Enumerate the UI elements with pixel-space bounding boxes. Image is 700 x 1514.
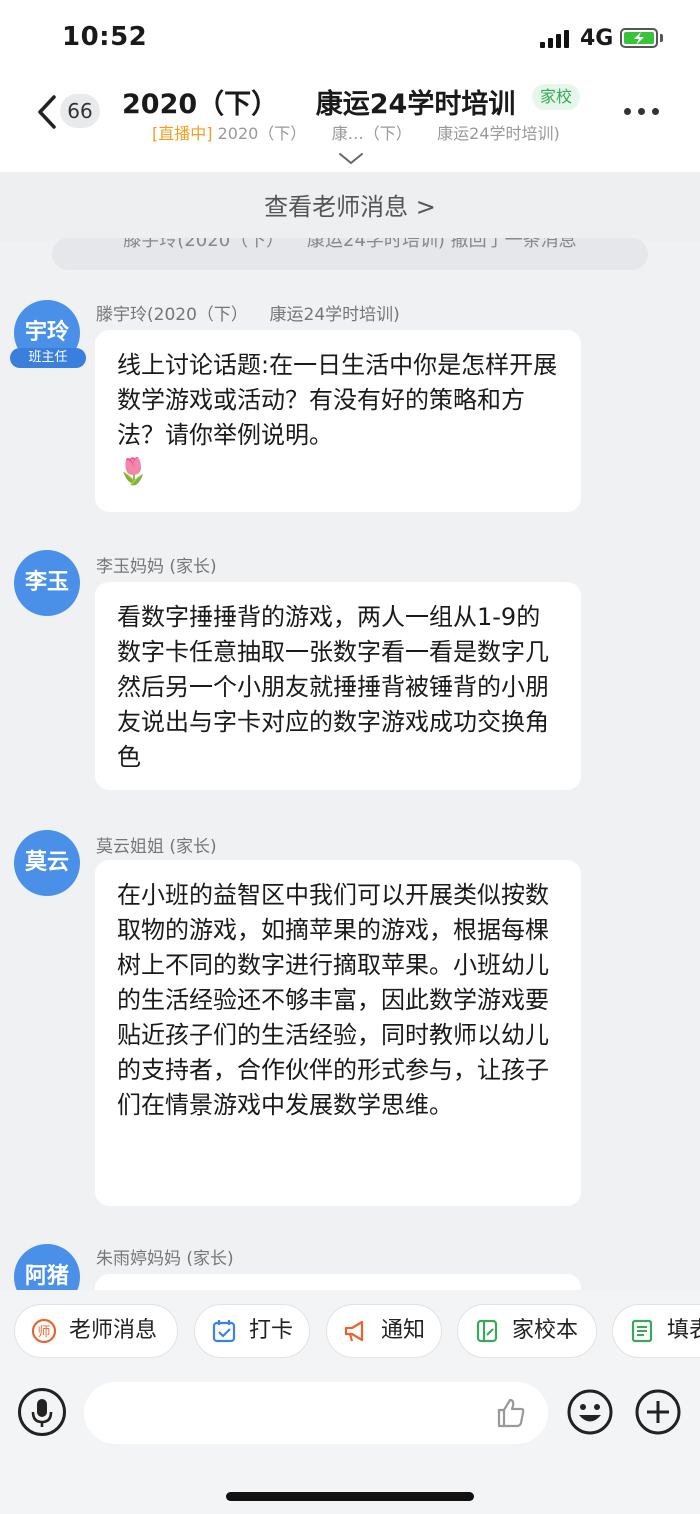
chat-message: 阿猪 朱雨婷妈妈 (家长): [0, 1242, 700, 1290]
checkin-icon: [212, 1320, 236, 1343]
notice-shortcut[interactable]: 通知: [326, 1304, 442, 1358]
chevron-down-icon[interactable]: [338, 152, 364, 166]
message-bubble[interactable]: 线上讨论话题:在一日生活中你是怎样开展数学游戏或活动？有没有好的策略和方法？请你…: [95, 330, 581, 512]
unread-count-badge[interactable]: 66: [60, 94, 100, 128]
chat-header: 66 2020（下） 康运24学时培训 家校 [直播中] 2020（下） 康…（…: [0, 76, 700, 172]
recall-notice: 滕宇玲(2020（下） 康运24学时培训) 撤回了一条消息: [52, 238, 648, 270]
shortcut-label: 家校本: [512, 1318, 579, 1343]
shortcut-label: 通知: [381, 1318, 426, 1343]
teacher-messages-shortcut[interactable]: 师 老师消息: [14, 1304, 178, 1358]
avatar[interactable]: 阿猪: [14, 1244, 80, 1290]
message-text: 在小班的益智区中我们可以开展类似按数取物的游戏，如摘苹果的游戏，根据每棵树上不同…: [117, 881, 549, 1119]
notebook-icon: [476, 1319, 498, 1343]
shortcut-bar: 师 老师消息 打卡 通知 家校本 填表: [0, 1290, 700, 1372]
sender-name: 李玉妈妈 (家长): [96, 557, 217, 577]
shortcut-label: 老师消息: [69, 1318, 158, 1343]
back-icon[interactable]: [34, 94, 60, 130]
recall-notice-text: 滕宇玲(2020（下） 康运24学时培训) 撤回了一条消息: [123, 238, 577, 251]
input-bar: [0, 1372, 700, 1514]
flower-hand-emoji: 🌷: [117, 457, 150, 487]
message-text: 线上讨论话题:在一日生活中你是怎样开展数学游戏或活动？有没有好的策略和方法？请你…: [117, 351, 558, 449]
megaphone-icon: [344, 1320, 364, 1342]
battery-tip: [660, 34, 663, 42]
voice-button[interactable]: [18, 1388, 66, 1436]
avatar[interactable]: 李玉: [14, 550, 80, 616]
sender-name: 莫云姐姐 (家长): [96, 837, 217, 857]
message-bubble[interactable]: [95, 1274, 581, 1290]
message-input[interactable]: [84, 1382, 548, 1444]
chat-title: 2020（下） 康运24学时培训: [122, 89, 516, 120]
signal-icon: [540, 30, 570, 48]
more-icon[interactable]: [624, 108, 660, 116]
network-label: 4G: [580, 26, 614, 51]
chat-subtitle: [直播中] 2020（下） 康…（下） 康运24学时培训): [152, 120, 560, 144]
message-bubble[interactable]: 看数字捶捶背的游戏，两人一组从1-9的数字卡任意抽取一张数字看一看是数字几然后另…: [95, 582, 581, 790]
home-school-book-shortcut[interactable]: 家校本: [457, 1304, 597, 1358]
thumbs-up-icon[interactable]: [494, 1396, 528, 1430]
svg-text:师: 师: [37, 1325, 50, 1340]
subtitle-text: 2020（下） 康…（下） 康运24学时培训): [212, 124, 560, 143]
form-icon: [631, 1319, 653, 1343]
sender-name: 滕宇玲(2020（下） 康运24学时培训): [96, 305, 400, 325]
form-shortcut[interactable]: 填表: [612, 1304, 700, 1358]
shortcut-label: 填表: [667, 1318, 700, 1343]
view-teacher-messages-button[interactable]: 查看老师消息 >: [0, 172, 700, 242]
microphone-icon: [31, 1399, 53, 1427]
live-label: [直播中]: [152, 124, 213, 143]
status-time: 10:52: [62, 22, 148, 52]
teacher-icon: 师: [31, 1318, 57, 1344]
plus-icon[interactable]: [634, 1388, 682, 1436]
sender-name: 朱雨婷妈妈 (家长): [96, 1249, 234, 1269]
message-text: 看数字捶捶背的游戏，两人一组从1-9的数字卡任意抽取一张数字看一看是数字几然后另…: [117, 603, 549, 771]
message-bubble[interactable]: 在小班的益智区中我们可以开展类似按数取物的游戏，如摘苹果的游戏，根据每棵树上不同…: [95, 860, 581, 1206]
role-badge: 班主任: [10, 348, 86, 368]
home-school-tag: 家校: [532, 84, 581, 110]
home-indicator: [226, 1492, 474, 1501]
status-bar: 10:52 4G: [0, 0, 700, 76]
battery-icon: [620, 28, 658, 48]
shortcut-label: 打卡: [249, 1318, 294, 1343]
avatar[interactable]: 莫云: [14, 830, 80, 896]
emoji-icon[interactable]: [566, 1388, 614, 1436]
checkin-shortcut[interactable]: 打卡: [194, 1304, 310, 1358]
